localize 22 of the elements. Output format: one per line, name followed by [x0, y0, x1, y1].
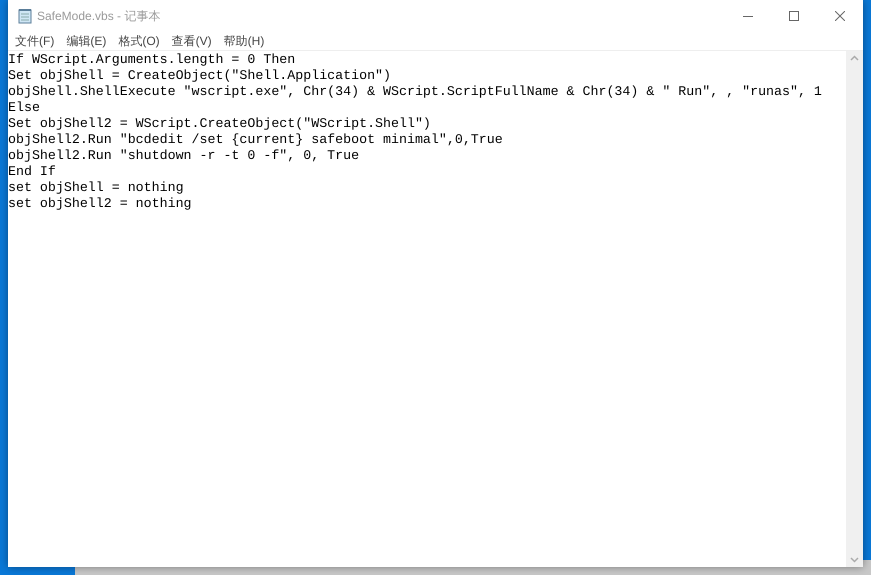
code-line: Else [8, 100, 40, 116]
notepad-icon [17, 8, 33, 24]
menu-item[interactable]: 文件(F) [9, 32, 60, 50]
menu-item[interactable]: 编辑(E) [60, 32, 112, 50]
code-line: If WScript.Arguments.length = 0 Then [8, 52, 296, 68]
vertical-scrollbar[interactable] [846, 51, 863, 567]
window-title: SafeMode.vbs - 记事本 [37, 8, 160, 25]
code-line: objShell2.Run "bcdedit /set {current} safeboot minimal",0,True [8, 132, 503, 148]
menu-item[interactable]: 查看(V) [166, 32, 218, 50]
code-line: set objShell = nothing [8, 180, 184, 196]
menu-item[interactable]: 帮助(H) [218, 32, 270, 50]
code-line: objShell2.Run "shutdown -r -t 0 -f", 0, True [8, 148, 360, 164]
maximize-icon [789, 11, 799, 21]
code-line: Set objShell2 = WScript.CreateObject("WScript.Shell") [8, 116, 431, 132]
menu-item[interactable]: 格式(O) [112, 32, 166, 50]
code-line: objShell.ShellExecute "wscript.exe", Chr(34) & WScript.ScriptFullName & Chr(34) & " Run", , "runas", 1 [8, 84, 822, 100]
scroll-down-icon[interactable] [850, 557, 859, 563]
code-line: set objShell2 = nothing [8, 196, 192, 212]
code-line: End If [8, 164, 56, 180]
scroll-up-icon[interactable] [850, 55, 859, 61]
code-line: Set objShell = CreateObject("Shell.Application") [8, 68, 392, 84]
close-icon [835, 11, 845, 21]
